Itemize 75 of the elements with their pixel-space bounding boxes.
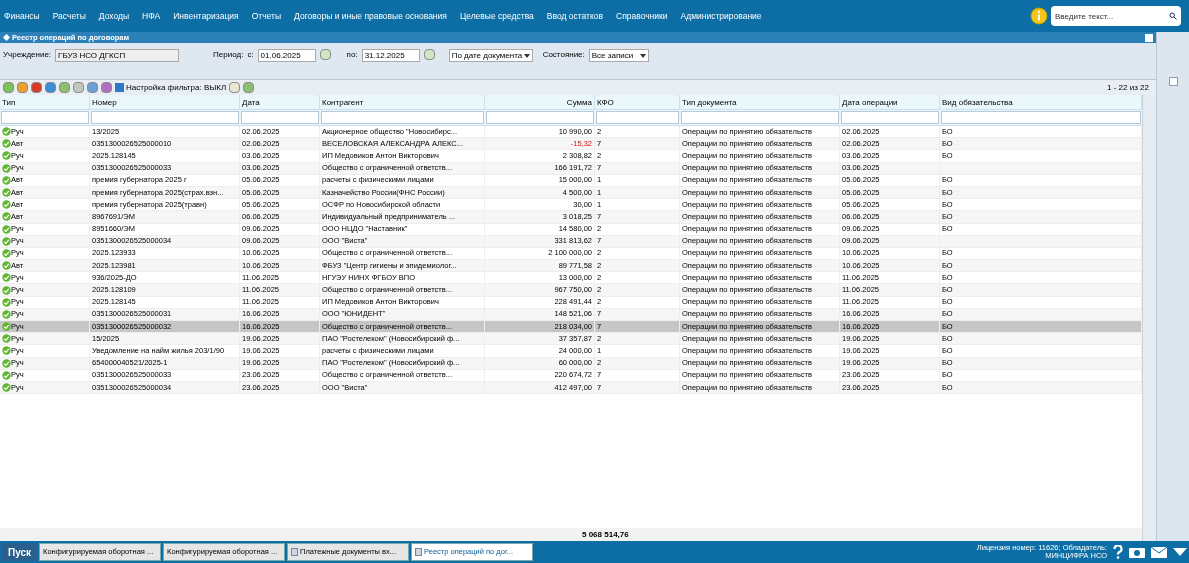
pager-text: 1 - 22 из 22 xyxy=(1107,81,1149,94)
column-filter-field[interactable] xyxy=(941,111,1141,124)
collapse-button[interactable] xyxy=(1168,77,1178,86)
column-filter-field[interactable] xyxy=(91,111,239,124)
check-icon xyxy=(2,163,11,173)
minimize-button[interactable] xyxy=(1145,33,1153,42)
date-field[interactable]: 31.12.2025 xyxy=(361,49,420,62)
search-field[interactable]: Введите текст... xyxy=(1051,6,1165,26)
menu-item[interactable]: Ввод остатков xyxy=(546,9,604,23)
field-label: с: xyxy=(247,49,254,61)
column-header[interactable]: Дата операции xyxy=(840,95,940,109)
column-header[interactable]: Сумма xyxy=(485,95,595,109)
column-header[interactable]: Номер xyxy=(90,95,240,109)
institution-field[interactable]: ГБУЗ НСО ДГКСП xyxy=(55,49,180,62)
field-label: Состояние: xyxy=(542,49,585,61)
check-icon xyxy=(2,224,11,234)
menu-item[interactable]: НФА xyxy=(142,9,161,23)
check-icon xyxy=(2,175,11,185)
menu-item[interactable]: Расчеты xyxy=(52,9,86,23)
column-header[interactable]: Тип xyxy=(0,95,90,109)
field-label: Учреждение: xyxy=(3,49,52,61)
check-icon xyxy=(2,370,11,380)
column-filter-field[interactable] xyxy=(681,111,839,124)
check-icon xyxy=(2,236,11,246)
column-filter-field[interactable] xyxy=(596,111,679,124)
column-filter-field[interactable] xyxy=(321,111,484,124)
field-label: по: xyxy=(346,49,358,61)
check-icon xyxy=(2,188,11,198)
start-button[interactable]: Пуск xyxy=(2,543,38,561)
camera-icon[interactable] xyxy=(1129,546,1145,558)
menu-item[interactable]: Отчеты xyxy=(251,9,282,23)
check-icon xyxy=(2,261,11,271)
check-icon xyxy=(2,309,11,319)
total-sum: 5 068 514,76 xyxy=(581,528,629,541)
column-header[interactable]: Дата xyxy=(240,95,320,109)
check-icon xyxy=(2,285,11,295)
check-icon xyxy=(2,127,11,137)
column-header[interactable]: КФО xyxy=(595,95,680,109)
menu-item[interactable]: Целевые средства xyxy=(459,9,534,23)
check-icon xyxy=(2,200,11,210)
menu-item[interactable]: Инвентаризация xyxy=(173,9,239,23)
check-icon xyxy=(2,322,11,332)
check-icon xyxy=(2,334,11,344)
menu-item[interactable]: Финансы xyxy=(4,9,40,23)
search-icon[interactable] xyxy=(1165,6,1181,26)
check-icon xyxy=(2,358,11,368)
check-icon xyxy=(2,297,11,307)
filter-settings-button[interactable]: Настройка фильтра: ВЫКЛ xyxy=(115,81,227,94)
menu-item[interactable]: Договоры и иные правовые основания xyxy=(294,9,447,23)
date-field[interactable]: 01.06.2025 xyxy=(257,49,316,62)
check-icon xyxy=(2,139,11,149)
menu-item[interactable]: Администрирование xyxy=(680,9,762,23)
check-icon xyxy=(2,248,11,258)
check-icon xyxy=(2,346,11,356)
caret-icon xyxy=(639,53,646,58)
column-filter-field[interactable] xyxy=(241,111,319,124)
help-icon[interactable] xyxy=(1113,545,1123,559)
column-filter-field[interactable] xyxy=(486,111,594,124)
check-icon xyxy=(2,151,11,161)
column-filter-field[interactable] xyxy=(1,111,89,124)
column-header[interactable]: Тип документа xyxy=(680,95,840,109)
menu-item[interactable]: Справочники xyxy=(616,9,668,23)
field-label: Период: xyxy=(213,49,244,61)
check-icon xyxy=(2,212,11,222)
check-icon xyxy=(2,273,11,283)
state-dropdown[interactable]: Все записи xyxy=(588,49,649,62)
diamond-icon xyxy=(3,34,10,41)
date-mode-dropdown[interactable]: По дате документа xyxy=(448,49,533,62)
column-filter-field[interactable] xyxy=(841,111,939,124)
info-icon[interactable] xyxy=(1030,7,1048,25)
check-icon xyxy=(2,383,11,393)
menu-item[interactable]: Доходы xyxy=(98,9,130,23)
column-header[interactable]: Контрагент xyxy=(320,95,485,109)
caret-icon xyxy=(523,53,530,58)
caret-icon[interactable] xyxy=(1173,548,1187,556)
